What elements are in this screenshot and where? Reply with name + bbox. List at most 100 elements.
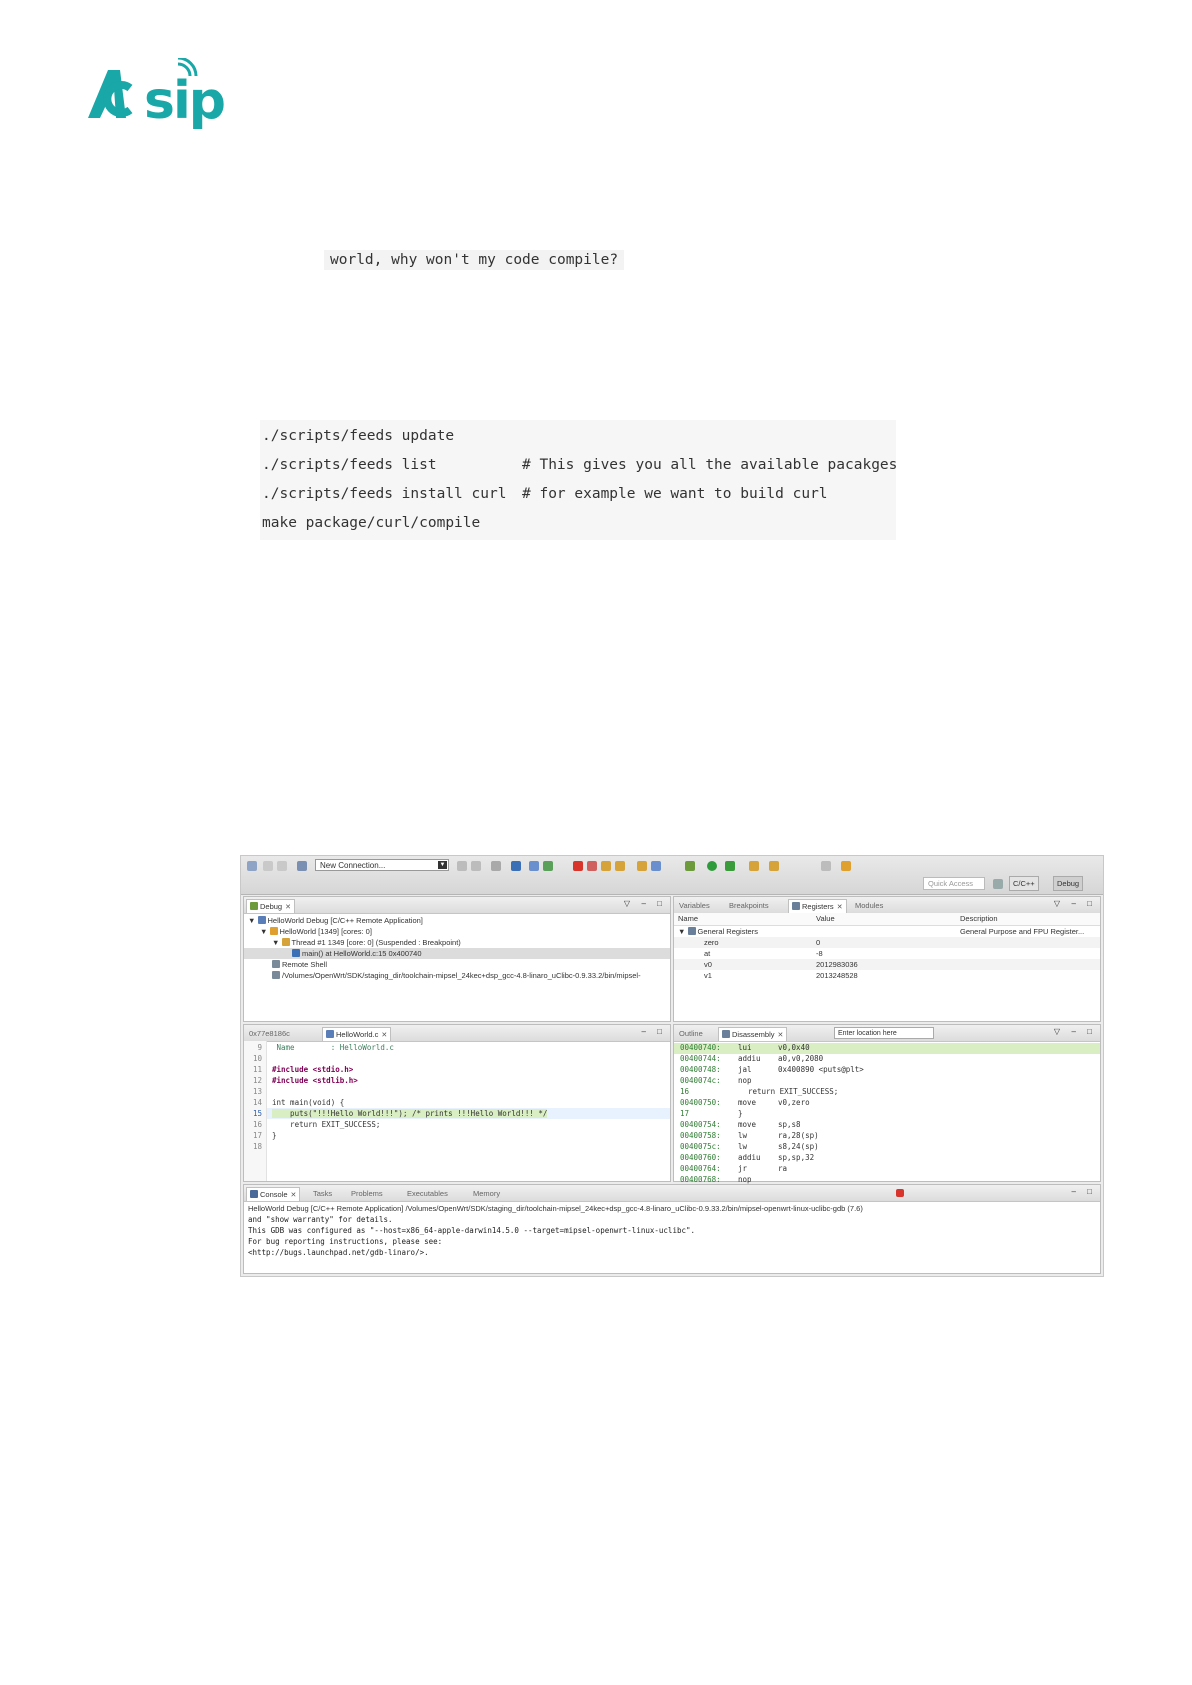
disasm-operands[interactable]: sp,s8 [778,1120,801,1129]
edit-icon[interactable] [769,861,779,871]
disasm-opcode[interactable]: lui [738,1043,752,1052]
disasm-operands[interactable]: sp,sp,32 [778,1153,814,1162]
disasm-opcode[interactable]: lw [738,1131,747,1140]
tree-item[interactable]: ▼ HelloWorld [1349] [cores: 0] [260,926,372,937]
close-icon[interactable]: ✕ [381,1032,387,1039]
disasm-operands[interactable]: ra,28(sp) [778,1131,819,1140]
tab-address[interactable]: 0x77e8186c [246,1027,293,1040]
forward-icon[interactable] [841,861,851,871]
register-value[interactable]: 0 [816,937,820,948]
tab-breakpoints[interactable]: Breakpoints [726,899,772,912]
tab-helloworld-c[interactable]: HelloWorld.c ✕ [322,1027,392,1041]
next-annotation-icon[interactable] [471,861,481,871]
minimize-icon[interactable]: – [1072,899,1076,908]
minimize-icon[interactable]: – [1072,1027,1076,1036]
register-group-row[interactable]: ▼ General Registers [678,926,758,937]
register-name[interactable]: v1 [704,970,712,981]
view-menu-icon[interactable]: ▽ [1054,1027,1060,1036]
disconnect-icon[interactable] [587,861,597,871]
tab-problems[interactable]: Problems [348,1187,386,1200]
open-perspective-icon[interactable] [993,879,1003,889]
tab-variables[interactable]: Variables [676,899,713,912]
gear-icon[interactable] [685,861,695,871]
disasm-opcode[interactable]: addiu [738,1153,761,1162]
disasm-opcode[interactable]: move [738,1120,756,1129]
terminate-icon[interactable] [896,1189,904,1197]
launch-config-icon[interactable] [297,861,307,871]
run-icon[interactable] [725,861,735,871]
save-all-icon[interactable] [277,861,287,871]
close-icon[interactable]: ✕ [285,904,291,911]
tab-registers[interactable]: Registers ✕ [788,899,847,913]
code-line[interactable]: Name : HelloWorld.c [272,1043,394,1052]
step-return-icon[interactable] [637,861,647,871]
register-value[interactable]: -8 [816,948,823,959]
disasm-operands[interactable]: s8,24(sp) [778,1142,819,1151]
register-name[interactable]: at [704,948,710,959]
tab-console[interactable]: Console ✕ [246,1187,301,1201]
tab-executables[interactable]: Executables [404,1187,451,1200]
disasm-opcode[interactable]: nop [738,1076,752,1085]
disasm-opcode[interactable]: addiu [738,1054,761,1063]
disasm-opcode[interactable]: nop [738,1175,752,1184]
tree-item[interactable]: ▼ HelloWorld Debug [C/C++ Remote Applica… [248,915,423,926]
build-icon[interactable] [491,861,501,871]
tree-item[interactable]: /Volumes/OpenWrt/SDK/staging_dir/toolcha… [272,970,641,981]
prev-annotation-icon[interactable] [457,861,467,871]
maximize-icon[interactable]: □ [1087,899,1092,908]
code-line[interactable]: #include <stdlib.h> [272,1076,358,1085]
maximize-icon[interactable]: □ [657,899,662,908]
minimize-icon[interactable]: – [642,899,646,908]
tree-item[interactable]: ▼ Thread #1 1349 [core: 0] (Suspended : … [272,937,461,948]
location-input[interactable]: Enter location here [834,1027,934,1039]
tree-item-selected[interactable]: main() at HelloWorld.c:15 0x400740 [244,948,670,959]
save-icon[interactable] [263,861,273,871]
folder-icon[interactable] [749,861,759,871]
code-line[interactable]: int main(void) { [272,1098,344,1107]
close-icon[interactable]: ✕ [778,1032,784,1039]
connection-select[interactable]: New Connection... ▼ [315,859,449,871]
new-icon[interactable] [247,861,257,871]
register-name[interactable]: zero [704,937,719,948]
quick-access-input[interactable]: Quick Access [923,877,985,890]
debug-run-icon[interactable] [707,861,717,871]
skip-breakpoints-icon[interactable] [529,861,539,871]
instruction-step-icon[interactable] [651,861,661,871]
minimize-icon[interactable]: – [642,1027,646,1036]
code-line-current[interactable]: puts("!!!Hello World!!!"); /* prints !!!… [272,1109,548,1118]
disasm-opcode[interactable]: } [738,1109,743,1118]
tab-debug[interactable]: Debug ✕ [246,899,295,913]
disasm-opcode[interactable]: jr [738,1164,747,1173]
terminate-icon[interactable] [573,861,583,871]
disasm-opcode[interactable]: lw [738,1142,747,1151]
register-name[interactable]: v0 [704,959,712,970]
resume-icon[interactable] [543,861,553,871]
maximize-icon[interactable]: □ [1087,1187,1092,1196]
perspective-debug-button[interactable]: Debug [1053,876,1084,891]
perspective-cpp-button[interactable]: C/C++ [1009,876,1039,891]
tab-memory[interactable]: Memory [470,1187,503,1200]
back-icon[interactable] [821,861,831,871]
minimize-icon[interactable]: – [1072,1187,1076,1196]
tab-modules[interactable]: Modules [852,899,886,912]
register-value[interactable]: 2013248528 [816,970,858,981]
disasm-operands[interactable]: a0,v0,2080 [778,1054,823,1063]
step-over-icon[interactable] [615,861,625,871]
view-menu-icon[interactable]: ▽ [624,899,630,908]
close-icon[interactable]: ✕ [837,904,843,911]
close-icon[interactable]: ✕ [291,1192,297,1199]
disasm-operands[interactable]: ra [778,1164,787,1173]
tab-tasks[interactable]: Tasks [310,1187,335,1200]
disasm-operands[interactable]: v0,zero [778,1098,810,1107]
tree-item[interactable]: Remote Shell [272,959,327,970]
tab-disassembly[interactable]: Disassembly ✕ [718,1027,788,1041]
debug-view-icon[interactable] [511,861,521,871]
disasm-operands[interactable]: v0,0x40 [778,1043,810,1052]
disasm-operands[interactable]: return EXIT_SUCCESS; [748,1087,838,1096]
disasm-operands[interactable]: 0x400890 <puts@plt> [778,1065,864,1074]
code-line[interactable]: #include <stdio.h> [272,1065,353,1074]
code-line[interactable]: } [272,1131,277,1140]
maximize-icon[interactable]: □ [657,1027,662,1036]
disasm-opcode[interactable]: move [738,1098,756,1107]
step-into-icon[interactable] [601,861,611,871]
